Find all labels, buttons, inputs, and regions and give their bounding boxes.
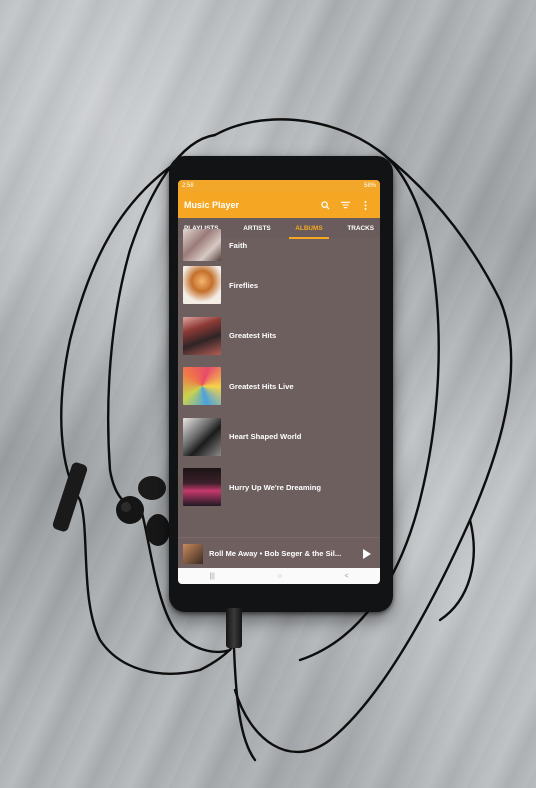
more-vert-icon[interactable]: [356, 196, 374, 214]
now-playing-cover: [183, 543, 203, 564]
status-bar: 2:58 58%: [178, 180, 380, 192]
search-icon[interactable]: [316, 196, 334, 214]
photo-scene: 2:58 58% Music Player PLAYLISTS ARTISTS …: [0, 0, 536, 788]
album-title: Fireflies: [229, 280, 259, 290]
album-cover: [183, 316, 221, 355]
album-cover: [183, 367, 221, 406]
phone-screen: 2:58 58% Music Player PLAYLISTS ARTISTS …: [178, 180, 380, 584]
smartphone: 2:58 58% Music Player PLAYLISTS ARTISTS …: [169, 156, 393, 612]
now-playing-title: Roll Me Away • Bob Seger & the Sil...: [209, 549, 342, 558]
system-nav-bar: ||| ○ <: [178, 568, 380, 584]
app-bar: Music Player: [178, 192, 380, 218]
album-title: Heart Shaped World: [229, 432, 302, 442]
album-cover: [183, 417, 221, 456]
list-item[interactable]: Greatest Hits: [178, 311, 380, 362]
album-cover: [183, 266, 221, 305]
recents-icon[interactable]: |||: [209, 573, 214, 580]
list-item[interactable]: Hurry Up We're Dreaming: [178, 462, 380, 513]
album-title: Greatest Hits Live: [229, 381, 294, 391]
album-cover: [183, 229, 221, 261]
sort-icon[interactable]: [336, 196, 354, 214]
album-list: Faith Fireflies Greatest Hits Greatest H…: [178, 229, 380, 513]
headphone-jack-plug: [226, 608, 242, 648]
album-cover: [183, 468, 221, 507]
home-icon[interactable]: ○: [278, 573, 282, 580]
back-icon[interactable]: <: [345, 573, 349, 580]
album-title: Hurry Up We're Dreaming: [229, 482, 321, 492]
list-item[interactable]: Faith: [178, 229, 380, 261]
now-playing-bar[interactable]: Roll Me Away • Bob Seger & the Sil...: [178, 537, 380, 569]
play-icon[interactable]: [363, 548, 371, 559]
status-battery: 58%: [363, 183, 376, 189]
album-title: Greatest Hits: [229, 331, 277, 341]
list-item[interactable]: Heart Shaped World: [178, 412, 380, 463]
list-item[interactable]: Greatest Hits Live: [178, 361, 380, 412]
album-title: Faith: [229, 240, 248, 250]
status-time: 2:58: [182, 183, 194, 189]
list-item[interactable]: Fireflies: [178, 260, 380, 311]
app-title: Music Player: [184, 200, 240, 210]
